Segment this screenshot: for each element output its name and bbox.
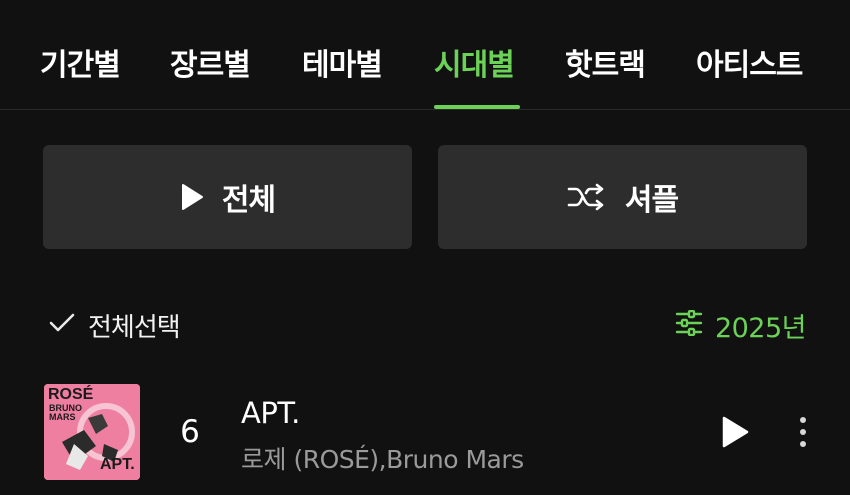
tab-artist[interactable]: 아티스트 — [696, 40, 803, 84]
more-vertical-icon — [800, 417, 806, 447]
play-icon — [180, 183, 204, 211]
year-filter-button[interactable]: 2025년 — [675, 305, 807, 345]
track-title[interactable]: APT. — [241, 396, 300, 430]
tab-theme[interactable]: 테마별 — [302, 40, 383, 84]
track-more-button[interactable] — [790, 414, 816, 450]
category-tabs: 기간별 장르별 테마별 시대별 핫트랙 아티스트 — [0, 0, 850, 110]
track-artist[interactable]: 로제 (ROSÉ),Bruno Mars — [241, 440, 524, 476]
year-filter-label: 2025년 — [714, 312, 807, 344]
sliders-icon — [675, 309, 703, 340]
tab-genre[interactable]: 장르별 — [170, 40, 251, 84]
track-row[interactable]: ROSÉ BRUNO MARS APT. 6 APT. 로제 (ROSÉ),Bru… — [0, 370, 850, 495]
tab-era[interactable]: 시대별 — [434, 40, 515, 84]
select-all-label: 전체선택 — [88, 312, 181, 343]
shuffle-icon — [567, 183, 607, 211]
album-cover[interactable]: ROSÉ BRUNO MARS APT. — [44, 384, 140, 480]
check-icon — [48, 312, 76, 338]
shuffle-label: 셔플 — [624, 183, 679, 218]
active-tab-indicator — [434, 105, 520, 109]
play-all-button[interactable]: 전체 — [43, 145, 412, 249]
tab-hot-track[interactable]: 핫트랙 — [565, 40, 646, 84]
cover-text-apt: APT. — [100, 456, 135, 473]
cover-text-bruno: BRUNO MARS — [49, 403, 82, 422]
cover-text-rose: ROSÉ — [48, 386, 94, 403]
play-all-label: 전체 — [221, 183, 276, 218]
select-all-toggle[interactable]: 전체선택 — [48, 305, 181, 345]
chart-screen: 기간별 장르별 테마별 시대별 핫트랙 아티스트 전체 셔플 전체선택 2025… — [0, 0, 850, 495]
shuffle-button[interactable]: 셔플 — [438, 145, 807, 249]
play-icon — [722, 416, 749, 448]
tab-period[interactable]: 기간별 — [40, 40, 121, 84]
track-rank: 6 — [180, 414, 200, 450]
track-play-button[interactable] — [718, 414, 752, 450]
